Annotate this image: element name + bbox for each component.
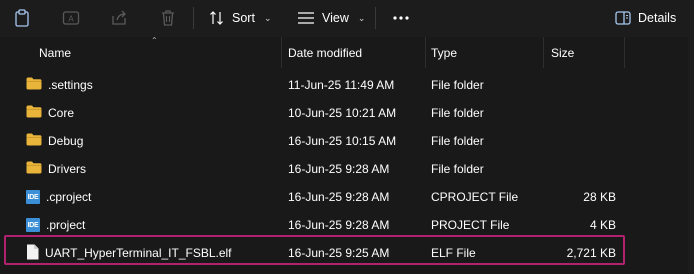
- name-cell: Debug: [26, 127, 83, 155]
- size-cell: [545, 155, 616, 183]
- paste-button[interactable]: [14, 6, 30, 30]
- column-header-type-label: Type: [431, 45, 458, 60]
- rename-button[interactable]: A: [62, 6, 80, 30]
- file-name: Core: [48, 106, 75, 120]
- view-button[interactable]: View ⌄: [297, 6, 365, 30]
- type-cell: File folder: [431, 134, 484, 148]
- details-pane-icon: [615, 11, 631, 25]
- list-item[interactable]: Core 10-Jun-25 10:21 AM File folder: [0, 99, 694, 127]
- sort-button[interactable]: Sort ⌄: [209, 6, 271, 30]
- clipboard-icon: [14, 9, 30, 27]
- list-item[interactable]: .settings 11-Jun-25 11:49 AM File folder: [0, 71, 694, 99]
- file-name: Drivers: [48, 162, 86, 176]
- name-cell: Drivers: [26, 155, 86, 183]
- size-cell: [545, 71, 616, 99]
- trash-icon: [160, 9, 176, 27]
- scrollbar-track[interactable]: [688, 37, 694, 274]
- file-name: Debug: [48, 134, 84, 148]
- column-divider[interactable]: [281, 37, 282, 68]
- column-divider[interactable]: [624, 37, 625, 68]
- more-options-button[interactable]: [392, 6, 410, 30]
- column-header-size[interactable]: Size: [551, 37, 621, 68]
- size-cell: 28 KB: [583, 190, 616, 204]
- folder-icon: [26, 133, 42, 149]
- date-cell: 16-Jun-25 9:28 AM: [288, 162, 390, 176]
- file-name: .cproject: [46, 190, 92, 204]
- column-header-row: ⌃ Name Date modified Type Size: [0, 36, 694, 68]
- column-divider[interactable]: [543, 37, 544, 68]
- column-divider[interactable]: [425, 37, 426, 68]
- name-cell: UART_HyperTerminal_IT_FSBL.elf: [26, 239, 232, 267]
- folder-icon: [26, 105, 42, 121]
- date-cell: 11-Jun-25 11:49 AM: [288, 78, 395, 92]
- file-name: .settings: [48, 78, 93, 92]
- command-bar: A Sort ⌄ View ⌄ Details: [0, 0, 694, 37]
- date-cell: 16-Jun-25 9:25 AM: [288, 246, 390, 260]
- sort-icon: [209, 10, 225, 26]
- folder-icon: [26, 77, 42, 93]
- date-cell: 10-Jun-25 10:21 AM: [288, 106, 397, 120]
- name-cell: Core: [26, 99, 74, 127]
- file-name: UART_HyperTerminal_IT_FSBL.elf: [45, 246, 232, 260]
- date-cell: 16-Jun-25 9:28 AM: [288, 190, 390, 204]
- name-cell: IDE .cproject: [26, 183, 91, 211]
- details-pane-button[interactable]: Details: [615, 6, 676, 30]
- share-button[interactable]: [110, 6, 128, 30]
- chevron-down-icon: ⌄: [263, 12, 272, 23]
- chevron-down-icon: ⌄: [357, 12, 366, 23]
- view-icon: [297, 11, 315, 25]
- sort-label: Sort: [232, 11, 255, 25]
- type-cell: ELF File: [431, 246, 476, 260]
- size-cell: 2,721 KB: [566, 246, 616, 260]
- type-cell: File folder: [431, 106, 484, 120]
- type-cell: File folder: [431, 78, 484, 92]
- view-label: View: [322, 11, 349, 25]
- rename-icon: A: [62, 9, 80, 27]
- toolbar-separator: [193, 7, 194, 29]
- ide-icon: IDE: [26, 218, 40, 232]
- size-cell: [545, 99, 616, 127]
- size-cell: [545, 127, 616, 155]
- column-header-date[interactable]: Date modified: [288, 37, 422, 68]
- toolbar-separator: [375, 7, 376, 29]
- list-item[interactable]: IDE .cproject 16-Jun-25 9:28 AM CPROJECT…: [0, 183, 694, 211]
- more-icon: [392, 15, 410, 21]
- folder-icon: [26, 161, 42, 177]
- type-cell: File folder: [431, 162, 484, 176]
- details-label: Details: [638, 11, 677, 25]
- share-icon: [110, 9, 128, 27]
- ide-icon: IDE: [26, 190, 40, 204]
- column-header-size-label: Size: [551, 45, 575, 60]
- name-cell: .settings: [26, 71, 93, 99]
- svg-text:A: A: [68, 15, 74, 24]
- column-header-type[interactable]: Type: [431, 37, 539, 68]
- delete-button[interactable]: [160, 6, 176, 30]
- list-item[interactable]: Debug 16-Jun-25 10:15 AM File folder: [0, 127, 694, 155]
- file-icon: [26, 244, 39, 263]
- column-header-date-label: Date modified: [288, 45, 363, 60]
- type-cell: CPROJECT File: [431, 190, 519, 204]
- date-cell: 16-Jun-25 10:15 AM: [288, 134, 397, 148]
- column-header-name-label: Name: [39, 45, 72, 60]
- column-header-name[interactable]: Name: [39, 37, 279, 68]
- file-name: .project: [46, 218, 86, 232]
- list-item[interactable]: UART_HyperTerminal_IT_FSBL.elf 16-Jun-25…: [0, 235, 694, 267]
- list-item[interactable]: Drivers 16-Jun-25 9:28 AM File folder: [0, 155, 694, 183]
